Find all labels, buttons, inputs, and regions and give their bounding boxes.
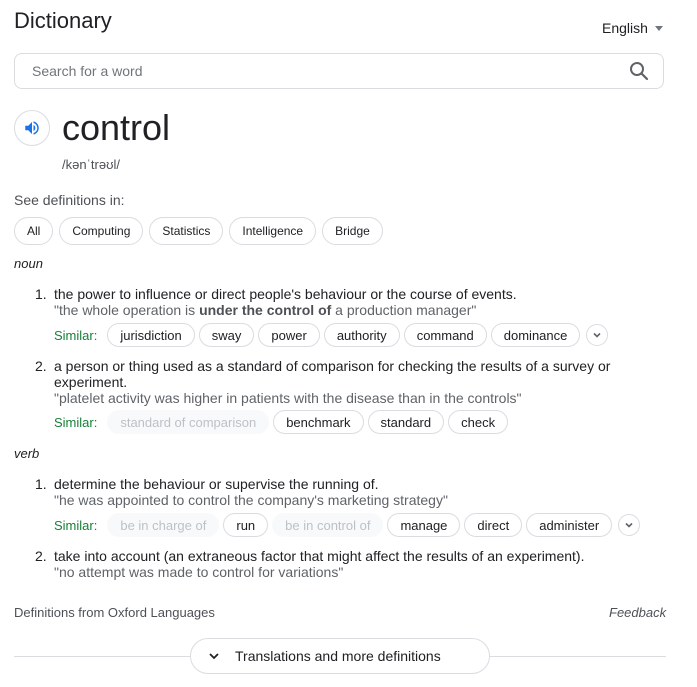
search-input[interactable]: [30, 62, 629, 80]
speaker-icon: [25, 121, 39, 135]
caret-down-icon: [654, 26, 663, 31]
feedback-link[interactable]: Feedback: [609, 605, 666, 620]
chip-all[interactable]: All: [14, 217, 54, 245]
search-box: [14, 53, 664, 89]
similar-standard[interactable]: standard: [367, 410, 445, 434]
chevron-down-icon: [207, 649, 221, 663]
definition: the power to influence or direct people'…: [54, 286, 517, 302]
similar-dominance[interactable]: dominance: [490, 323, 581, 347]
similar-power[interactable]: power: [258, 323, 320, 347]
see-definitions-label: See definitions in:: [14, 192, 125, 208]
similar-standard-of-comparison: standard of comparison: [107, 410, 270, 434]
sense-number: 1.: [35, 476, 47, 492]
translations-more-label: Translations and more definitions: [235, 648, 441, 664]
similar-administer[interactable]: administer: [526, 513, 613, 537]
language-selector[interactable]: English: [602, 20, 663, 36]
phonetic: /kənˈtrəʊl/: [62, 157, 120, 172]
search-icon[interactable]: [629, 61, 649, 81]
similar-manage[interactable]: manage: [387, 513, 461, 537]
similar-authority[interactable]: authority: [323, 323, 400, 347]
chevron-down-icon: [593, 332, 601, 338]
part-of-speech-verb: verb: [14, 446, 40, 461]
expand-similar-button[interactable]: [586, 324, 609, 346]
chip-statistics[interactable]: Statistics: [149, 217, 224, 245]
example: "he was appointed to control the company…: [54, 492, 448, 508]
pronounce-button[interactable]: [14, 110, 50, 146]
example: "no attempt was made to control for vari…: [54, 564, 344, 580]
example: "platelet activity was higher in patient…: [54, 390, 522, 406]
example: "the whole operation is under the contro…: [54, 302, 477, 318]
translations-more-button[interactable]: Translations and more definitions: [190, 638, 490, 674]
sense-number: 1.: [35, 286, 47, 302]
similar-run[interactable]: run: [223, 513, 269, 537]
similar-command[interactable]: command: [403, 323, 487, 347]
chip-intelligence[interactable]: Intelligence: [229, 217, 317, 245]
similar-check[interactable]: check: [448, 410, 509, 434]
chip-bridge[interactable]: Bridge: [322, 217, 383, 245]
sense-number: 2.: [35, 358, 47, 374]
definition: take into account (an extraneous factor …: [54, 548, 585, 564]
language-label: English: [602, 20, 648, 36]
similar-label: Similar:: [54, 517, 98, 533]
source-attribution: Definitions from Oxford Languages: [14, 605, 215, 620]
part-of-speech-noun: noun: [14, 256, 43, 271]
similar-row: Similar: standard of comparison benchmar…: [54, 410, 509, 434]
similar-row: Similar: jurisdiction sway power authori…: [54, 323, 609, 347]
similar-label: Similar:: [54, 327, 98, 343]
similar-direct[interactable]: direct: [464, 513, 523, 537]
similar-be-in-charge-of: be in charge of: [107, 513, 220, 537]
similar-sway[interactable]: sway: [198, 323, 255, 347]
definition: a person or thing used as a standard of …: [54, 358, 611, 390]
chevron-down-icon: [625, 522, 633, 528]
definition: determine the behaviour or supervise the…: [54, 476, 379, 492]
similar-row: Similar: be in charge of run be in contr…: [54, 513, 641, 537]
dictionary-title: Dictionary: [14, 8, 112, 33]
similar-benchmark[interactable]: benchmark: [273, 410, 364, 434]
chip-computing[interactable]: Computing: [59, 217, 144, 245]
similar-be-in-control-of: be in control of: [272, 513, 384, 537]
domain-chips: All Computing Statistics Intelligence Br…: [14, 217, 383, 245]
similar-label: Similar:: [54, 414, 98, 430]
headword: control: [62, 107, 171, 148]
expand-similar-button[interactable]: [618, 514, 641, 536]
similar-jurisdiction[interactable]: jurisdiction: [107, 323, 195, 347]
sense-number: 2.: [35, 548, 47, 564]
